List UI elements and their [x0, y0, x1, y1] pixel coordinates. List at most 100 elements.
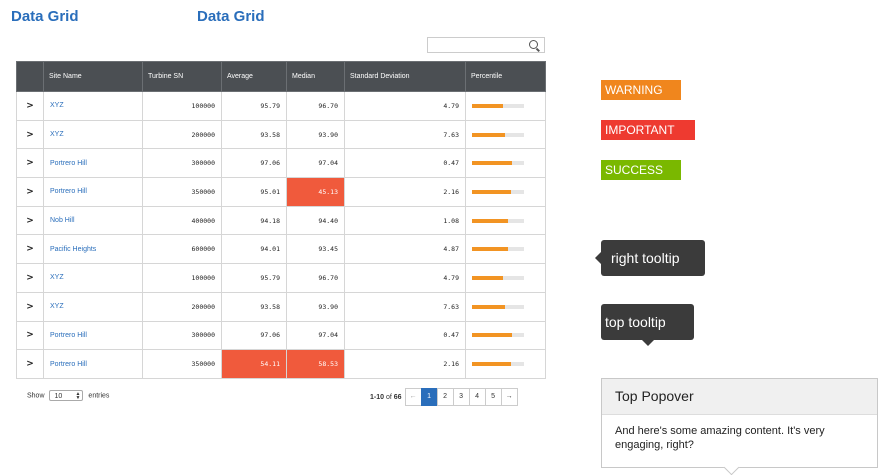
- page-button-4[interactable]: 4: [468, 388, 486, 406]
- median-cell: 93.90: [286, 291, 345, 322]
- popover-title: Top Popover: [602, 379, 877, 415]
- site-name-link[interactable]: Pacific Heights: [43, 234, 143, 265]
- site-name-link[interactable]: Portrero Hill: [43, 349, 143, 379]
- pagination-total: 66: [393, 393, 402, 401]
- percentile-bar: [472, 103, 524, 108]
- percentile-bar-fill: [472, 189, 511, 194]
- average-cell: 97.06: [221, 148, 287, 179]
- turbine-sn-cell: 200000: [142, 119, 222, 150]
- right-tooltip-text: right tooltip: [611, 250, 680, 266]
- turbine-sn-cell: 350000: [142, 177, 222, 207]
- expand-row-icon[interactable]: >: [16, 148, 44, 179]
- column-header-turbine-sn[interactable]: Turbine SN: [142, 61, 222, 92]
- expand-row-icon[interactable]: >: [16, 320, 44, 351]
- top-popover: Top Popover And here's some amazing cont…: [601, 378, 878, 475]
- expand-row-icon[interactable]: >: [16, 119, 44, 150]
- percentile-bar: [472, 304, 524, 309]
- page-button-2[interactable]: 2: [436, 388, 454, 406]
- expand-row-icon[interactable]: >: [16, 177, 44, 207]
- percentile-bar: [472, 247, 524, 252]
- std-dev-cell: 0.47: [344, 148, 466, 179]
- site-name-link[interactable]: Portrero Hill: [43, 148, 143, 179]
- average-cell: 94.01: [221, 234, 287, 265]
- column-header-percentile[interactable]: Percentile: [465, 61, 546, 92]
- column-header-average[interactable]: Average: [221, 61, 287, 92]
- column-header-site[interactable]: Site Name: [43, 61, 143, 92]
- expand-row-icon[interactable]: >: [16, 234, 44, 265]
- percentile-bar: [472, 275, 524, 280]
- expand-row-icon[interactable]: >: [16, 291, 44, 322]
- percentile-bar-fill: [472, 275, 504, 280]
- table-row[interactable]: > Portrero Hill 350000 95.01 45.13 2.16: [16, 177, 546, 207]
- percentile-bar-fill: [472, 333, 513, 338]
- site-name-link[interactable]: XYZ: [43, 291, 143, 322]
- page-button-1[interactable]: 1: [420, 388, 438, 406]
- percentile-cell: [465, 119, 546, 150]
- site-name-link[interactable]: Portrero Hill: [43, 320, 143, 351]
- expand-row-icon[interactable]: >: [16, 349, 44, 379]
- pagination-of: of: [385, 393, 392, 401]
- search-icon[interactable]: [529, 40, 538, 49]
- expand-row-icon[interactable]: >: [16, 91, 44, 121]
- std-dev-cell: 4.87: [344, 234, 466, 265]
- next-page-button[interactable]: →: [500, 388, 518, 406]
- table-row[interactable]: > Pacific Heights 600000 94.01 93.45 4.87: [16, 234, 546, 265]
- site-name-link[interactable]: XYZ: [43, 263, 143, 293]
- median-cell: 93.45: [286, 234, 345, 265]
- site-name-link[interactable]: XYZ: [43, 119, 143, 150]
- turbine-sn-cell: 300000: [142, 320, 222, 351]
- table-row[interactable]: > Nob Hill 400000 94.18 94.40 1.08: [16, 205, 546, 236]
- table-row[interactable]: > XYZ 200000 93.58 93.90 7.63: [16, 291, 546, 322]
- median-cell: 58.53: [286, 349, 345, 379]
- median-cell: 94.40: [286, 205, 345, 236]
- column-header-median[interactable]: Median: [286, 61, 345, 92]
- percentile-cell: [465, 349, 546, 379]
- percentile-bar: [472, 218, 524, 223]
- column-header-std-dev[interactable]: Standard Deviation: [344, 61, 466, 92]
- site-name-link[interactable]: Portrero Hill: [43, 177, 143, 207]
- percentile-bar-fill: [472, 247, 508, 252]
- percentile-cell: [465, 177, 546, 207]
- std-dev-cell: 0.47: [344, 320, 466, 351]
- percentile-cell: [465, 291, 546, 322]
- average-cell: 93.58: [221, 119, 287, 150]
- page-button-5[interactable]: 5: [484, 388, 502, 406]
- pagination-info: 1-10 of 66: [370, 394, 402, 401]
- table-row[interactable]: > Portrero Hill 300000 97.06 97.04 0.47: [16, 320, 546, 351]
- prev-page-button[interactable]: ←: [404, 388, 422, 406]
- percentile-bar: [472, 333, 524, 338]
- grid-header-row: Site Name Turbine SN Average Median Stan…: [16, 61, 546, 92]
- percentile-cell: [465, 148, 546, 179]
- page-size-control: Show 10 ▲ ▼ entries: [27, 390, 109, 401]
- percentile-cell: [465, 263, 546, 293]
- percentile-bar: [472, 362, 524, 367]
- table-row[interactable]: > XYZ 100000 95.79 96.70 4.79: [16, 263, 546, 293]
- select-arrows-icon: ▲ ▼: [75, 391, 81, 401]
- percentile-cell: [465, 205, 546, 236]
- site-name-link[interactable]: Nob Hill: [43, 205, 143, 236]
- table-row[interactable]: > XYZ 200000 93.58 93.90 7.63: [16, 119, 546, 150]
- expand-row-icon[interactable]: >: [16, 263, 44, 293]
- table-row[interactable]: > Portrero Hill 300000 97.06 97.04 0.47: [16, 148, 546, 179]
- percentile-bar-fill: [472, 161, 513, 166]
- site-name-link[interactable]: XYZ: [43, 91, 143, 121]
- average-cell: 93.58: [221, 291, 287, 322]
- page-title-secondary: Data Grid: [197, 8, 265, 25]
- table-row[interactable]: > Portrero Hill 350000 54.11 58.53 2.16: [16, 349, 546, 379]
- expand-row-icon[interactable]: >: [16, 205, 44, 236]
- table-row[interactable]: > XYZ 100000 95.79 96.70 4.79: [16, 91, 546, 121]
- top-tooltip-text: top tooltip: [605, 314, 666, 330]
- page-size-select[interactable]: 10 ▲ ▼: [49, 390, 84, 401]
- page-size-value: 10: [54, 393, 63, 400]
- page-button-3[interactable]: 3: [452, 388, 470, 406]
- std-dev-cell: 1.08: [344, 205, 466, 236]
- median-cell: 93.90: [286, 119, 345, 150]
- percentile-cell: [465, 234, 546, 265]
- pagination-range: 1-10: [370, 393, 385, 401]
- tooltip-arrow-left: [595, 252, 601, 264]
- turbine-sn-cell: 100000: [142, 91, 222, 121]
- search-input[interactable]: [427, 37, 545, 53]
- turbine-sn-cell: 400000: [142, 205, 222, 236]
- std-dev-cell: 2.16: [344, 177, 466, 207]
- percentile-bar: [472, 161, 524, 166]
